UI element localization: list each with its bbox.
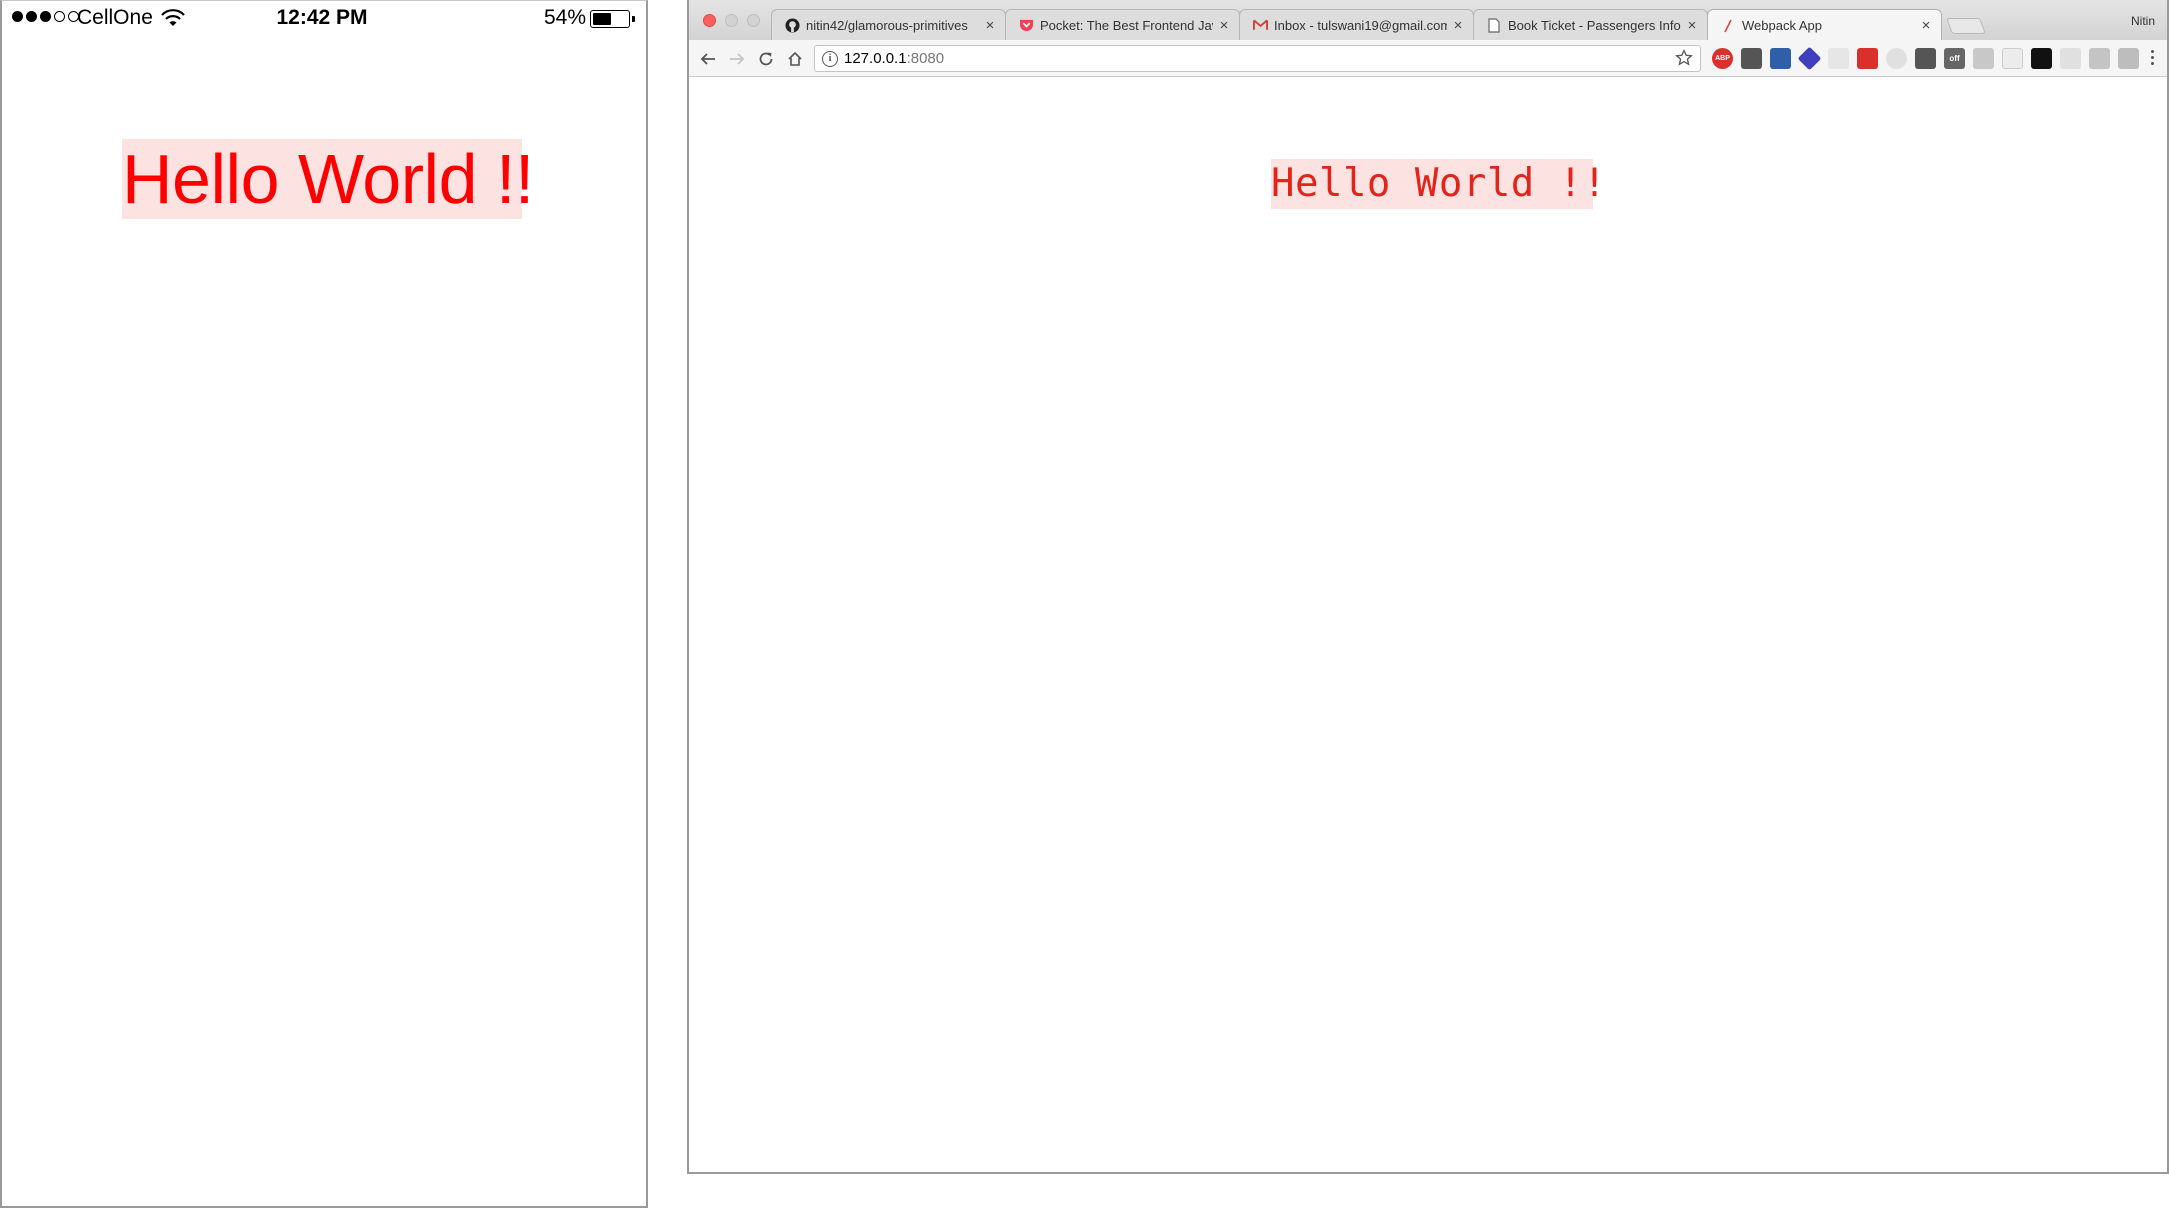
tab-title: Pocket: The Best Frontend Jav [1040,17,1213,33]
url-port: :8080 [906,50,945,67]
status-bar: CellOne 12:42 PM 54% [2,1,646,37]
pocket-icon [1018,17,1034,33]
tab-strip: nitin42/glamorous-primitives × Pocket: T… [689,0,2167,41]
tab-webpack-app[interactable]: Webpack App × [1707,9,1942,41]
tab-book-ticket[interactable]: Book Ticket - Passengers Infor × [1473,9,1708,40]
extension-shield-icon[interactable] [2060,48,2081,69]
browser-window: nitin42/glamorous-primitives × Pocket: T… [687,0,2169,1174]
arrow-left-icon [700,53,715,65]
page-content: Hello World !! [689,78,2167,1172]
iphone-simulator: CellOne 12:42 PM 54% Hello World !! [0,0,648,1208]
window-controls [703,14,760,27]
close-tab-icon[interactable]: × [1685,17,1699,34]
forward-button[interactable] [726,48,748,70]
hello-world-text: Hello World !! [1271,159,1606,209]
close-tab-icon[interactable]: × [1451,17,1465,34]
document-icon [1486,17,1502,33]
browser-toolbar: i 127.0.0.1:8080 ABP off [689,40,2167,77]
extension-wifi-icon[interactable] [1973,48,1994,69]
battery-percentage: 54% [544,6,587,29]
extension-blank-icon[interactable] [2002,48,2023,69]
tab-title: Book Ticket - Passengers Infor [1508,17,1681,33]
back-button[interactable] [697,48,719,70]
pocket-extension-icon[interactable] [1741,48,1762,69]
extension-faded-icon[interactable] [1886,48,1907,69]
webpack-icon [1720,18,1736,34]
home-icon [788,51,802,66]
maximize-window-button[interactable] [747,14,760,27]
battery-icon [590,10,635,28]
profile-name[interactable]: Nitin [2131,14,2155,28]
extension-off-icon[interactable]: off [1944,48,1965,69]
extension-camera-icon[interactable] [1915,48,1936,69]
tab-pocket[interactable]: Pocket: The Best Frontend Jav × [1005,9,1240,40]
chrome-menu-icon[interactable] [2151,50,2155,65]
extension-layers-icon[interactable] [1797,46,1822,71]
arrow-right-icon [730,53,745,65]
extension-tree-icon[interactable] [2118,48,2139,69]
tab-title: nitin42/glamorous-primitives [806,17,968,33]
github-icon [784,17,800,33]
tab-github[interactable]: nitin42/glamorous-primitives × [771,9,1006,40]
close-tab-icon[interactable]: × [1217,17,1231,34]
reload-button[interactable] [755,48,777,70]
extension-chart-icon[interactable] [1770,48,1791,69]
minimize-window-button[interactable] [725,14,738,27]
tab-title: Webpack App [1742,18,1822,33]
hello-world-text: Hello World !! [122,139,534,219]
url-host: 127.0.0.1 [844,50,907,67]
extension-mask-icon[interactable] [2031,48,2052,69]
gmail-icon [1252,17,1268,33]
close-tab-icon[interactable]: × [1919,17,1933,34]
info-icon[interactable]: i [822,50,838,67]
bookmark-star-icon[interactable] [1675,49,1693,67]
new-tab-button[interactable] [1946,18,1986,34]
close-window-button[interactable] [703,14,716,27]
adblock-plus-icon[interactable]: ABP [1712,48,1733,69]
extension-trophy-icon[interactable] [2089,48,2110,69]
close-tab-icon[interactable]: × [983,17,997,34]
extension-red-icon[interactable] [1857,48,1878,69]
reload-icon [759,52,773,66]
address-bar[interactable]: i 127.0.0.1:8080 [814,45,1701,72]
tab-title: Inbox - tulswani19@gmail.com [1274,17,1447,33]
home-button[interactable] [784,48,806,70]
extension-arrow-icon[interactable] [1828,48,1849,69]
extensions-bar: ABP off [1712,46,2139,71]
tab-gmail[interactable]: Inbox - tulswani19@gmail.com × [1239,9,1474,40]
